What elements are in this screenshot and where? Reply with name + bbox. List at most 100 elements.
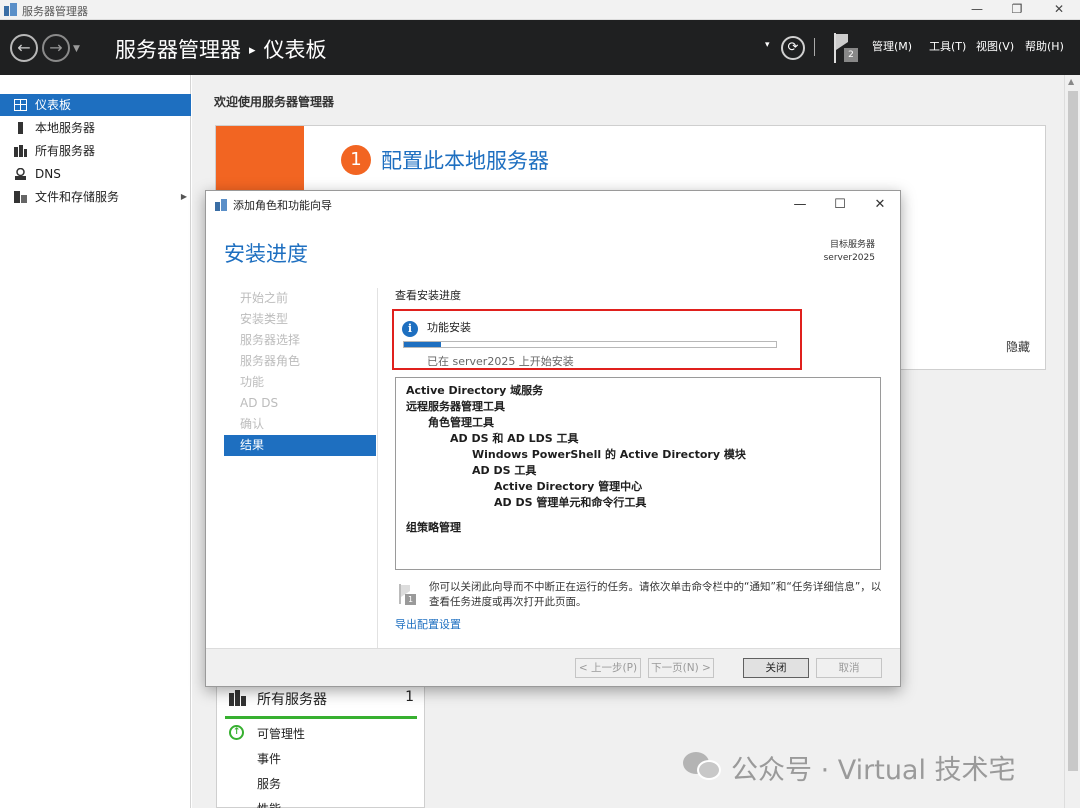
- wizard-step: AD DS: [240, 396, 279, 410]
- wizard-steps-nav: 开始之前 安装类型 服务器选择 服务器角色 功能 AD DS 确认 结果: [224, 288, 376, 456]
- forward-button[interactable]: →: [42, 34, 70, 62]
- export-config-link[interactable]: 导出配置设置: [395, 616, 461, 632]
- tile-row-events[interactable]: 事件: [257, 750, 281, 767]
- tile-row-manageability[interactable]: 可管理性: [257, 725, 305, 742]
- target-server-info: 目标服务器 server2025: [824, 239, 875, 265]
- sidebar-item-label: 仪表板: [35, 98, 72, 112]
- dialog-heading: 安装进度: [224, 242, 308, 266]
- refresh-dropdown-icon[interactable]: ▾: [765, 40, 770, 50]
- tile-title: 所有服务器: [257, 692, 327, 708]
- menu-view[interactable]: 视图(V): [976, 38, 1014, 54]
- refresh-button[interactable]: ⟳: [781, 36, 805, 60]
- sidebar: 仪表板 本地服务器 所有服务器 DNS 文件和存储服务 ▶: [0, 75, 191, 808]
- menu-help[interactable]: 帮助(H): [1025, 38, 1064, 54]
- breadcrumb-root[interactable]: 服务器管理器: [115, 38, 241, 62]
- welcome-heading: 欢迎使用服务器管理器: [214, 95, 335, 109]
- progress-bar: [403, 341, 777, 348]
- back-button[interactable]: ←: [10, 34, 38, 62]
- next-button[interactable]: 下一页(N) >: [648, 658, 714, 678]
- tile-row-services[interactable]: 服务: [257, 775, 281, 792]
- status-bar: [225, 716, 417, 719]
- result-item: 角色管理工具: [428, 416, 494, 429]
- menu-tools[interactable]: 工具(T): [929, 38, 966, 54]
- notifications-flag-icon[interactable]: 2: [834, 33, 858, 65]
- sidebar-item-all-servers[interactable]: 所有服务器: [0, 140, 191, 162]
- info-icon: i: [402, 321, 418, 337]
- result-item: 组策略管理: [406, 521, 461, 534]
- notification-flag-icon: 1: [399, 584, 417, 606]
- result-item: AD DS 管理单元和命令行工具: [494, 496, 647, 509]
- wizard-step: 安装类型: [240, 312, 289, 326]
- header-bar: ← → ▼ 服务器管理器 ▸ 仪表板 ▾ ⟳ 2 管理(M) 工具(T) 视图(V)…: [0, 20, 1080, 75]
- dns-icon: [15, 168, 26, 180]
- restore-button[interactable]: ❐: [998, 0, 1036, 20]
- scroll-up-icon[interactable]: ▲: [1068, 77, 1074, 86]
- cancel-button[interactable]: 取消: [816, 658, 882, 678]
- sidebar-item-dns[interactable]: DNS: [0, 163, 191, 185]
- close-wizard-note: 你可以关闭此向导而不中断正在运行的任务。请依次单击命令栏中的“通知”和“任务详细…: [429, 581, 882, 608]
- server-manager-window: 服务器管理器 — ❐ ✕ ← → ▼ 服务器管理器 ▸ 仪表板 ▾ ⟳ 2 管理(M…: [0, 0, 1080, 808]
- previous-button[interactable]: < 上一步(P): [575, 658, 641, 678]
- sidebar-item-label: 文件和存储服务: [35, 190, 120, 204]
- dialog-minimize-button[interactable]: —: [780, 194, 820, 216]
- close-window-button[interactable]: ✕: [1040, 0, 1078, 20]
- wizard-step: 开始之前: [240, 291, 289, 305]
- status-ok-icon: ↑: [229, 725, 244, 740]
- wizard-step: 服务器角色: [240, 354, 301, 368]
- history-dropdown-icon[interactable]: ▼: [73, 44, 80, 54]
- watermark-text: 公众号 · Virtual 技术宅: [731, 755, 1016, 786]
- dialog-close-button[interactable]: ✕: [860, 194, 900, 216]
- dialog-maximize-button[interactable]: ☐: [820, 194, 860, 216]
- wizard-step: 功能: [240, 375, 265, 389]
- sidebar-item-label: 本地服务器: [35, 121, 96, 135]
- add-roles-wizard-dialog: 添加角色和功能向导 — ☐ ✕ 安装进度 目标服务器 server2025 开始…: [205, 190, 901, 687]
- configure-local-server-link[interactable]: 配置此本地服务器: [381, 145, 549, 175]
- sidebar-item-local-server[interactable]: 本地服务器: [0, 117, 191, 139]
- servers-icon: [229, 690, 246, 706]
- result-item: 远程服务器管理工具: [406, 400, 505, 413]
- install-progress-panel: i 功能安装 已在 server2025 上开始安装: [392, 309, 802, 370]
- wechat-logo-icon: [683, 752, 723, 780]
- result-item: Windows PowerShell 的 Active Directory 模块: [472, 448, 746, 461]
- wizard-step: 确认: [240, 417, 265, 431]
- divider: [377, 288, 378, 648]
- result-item: AD DS 工具: [472, 464, 537, 477]
- tile-count: 1: [405, 689, 414, 705]
- window-title: 服务器管理器: [22, 5, 88, 18]
- close-button[interactable]: 关闭: [743, 658, 809, 678]
- dialog-footer: < 上一步(P) 下一页(N) > 关闭 取消: [206, 648, 900, 686]
- wizard-step: 服务器选择: [240, 333, 301, 347]
- sidebar-item-label: DNS: [35, 167, 61, 181]
- result-item: Active Directory 管理中心: [494, 480, 643, 493]
- progress-status: 已在 server2025 上开始安装: [427, 355, 574, 368]
- sidebar-item-file-storage[interactable]: 文件和存储服务 ▶: [0, 186, 191, 208]
- minimize-button[interactable]: —: [958, 0, 996, 20]
- hide-link[interactable]: 隐藏: [1006, 338, 1030, 355]
- server-icon: [18, 122, 23, 134]
- progress-bar-fill: [404, 342, 442, 347]
- title-bar: 服务器管理器 — ❐ ✕: [0, 0, 1080, 20]
- servers-icon: [14, 145, 27, 157]
- expand-arrow-icon[interactable]: ▶: [181, 186, 187, 208]
- progress-label: 功能安装: [427, 321, 471, 334]
- breadcrumb: 服务器管理器 ▸ 仪表板: [115, 34, 327, 64]
- dialog-title: 添加角色和功能向导: [233, 199, 332, 212]
- quick-start-banner: [216, 126, 304, 196]
- sidebar-item-label: 所有服务器: [35, 144, 96, 158]
- tile-row-performance[interactable]: 性能: [257, 800, 281, 808]
- all-servers-tile[interactable]: 所有服务器 1 ↑ 可管理性 事件 服务 性能: [216, 685, 425, 808]
- scrollbar-thumb[interactable]: [1068, 91, 1078, 771]
- vertical-scrollbar[interactable]: ▲: [1064, 75, 1080, 808]
- menu-manage[interactable]: 管理(M): [872, 38, 912, 54]
- result-item: Active Directory 域服务: [406, 384, 544, 397]
- sidebar-item-dashboard[interactable]: 仪表板: [0, 94, 191, 116]
- result-item: AD DS 和 AD LDS 工具: [450, 432, 579, 445]
- results-list[interactable]: Active Directory 域服务 远程服务器管理工具角色管理工具 AD DS…: [395, 377, 881, 570]
- server-manager-app-icon: [4, 3, 17, 16]
- breadcrumb-separator-icon: ▸: [249, 43, 256, 58]
- storage-icon: [14, 191, 27, 203]
- breadcrumb-current: 仪表板: [263, 38, 327, 62]
- dashboard-icon: [14, 99, 27, 111]
- divider: [814, 38, 815, 56]
- wizard-step[interactable]: 结果: [224, 435, 376, 456]
